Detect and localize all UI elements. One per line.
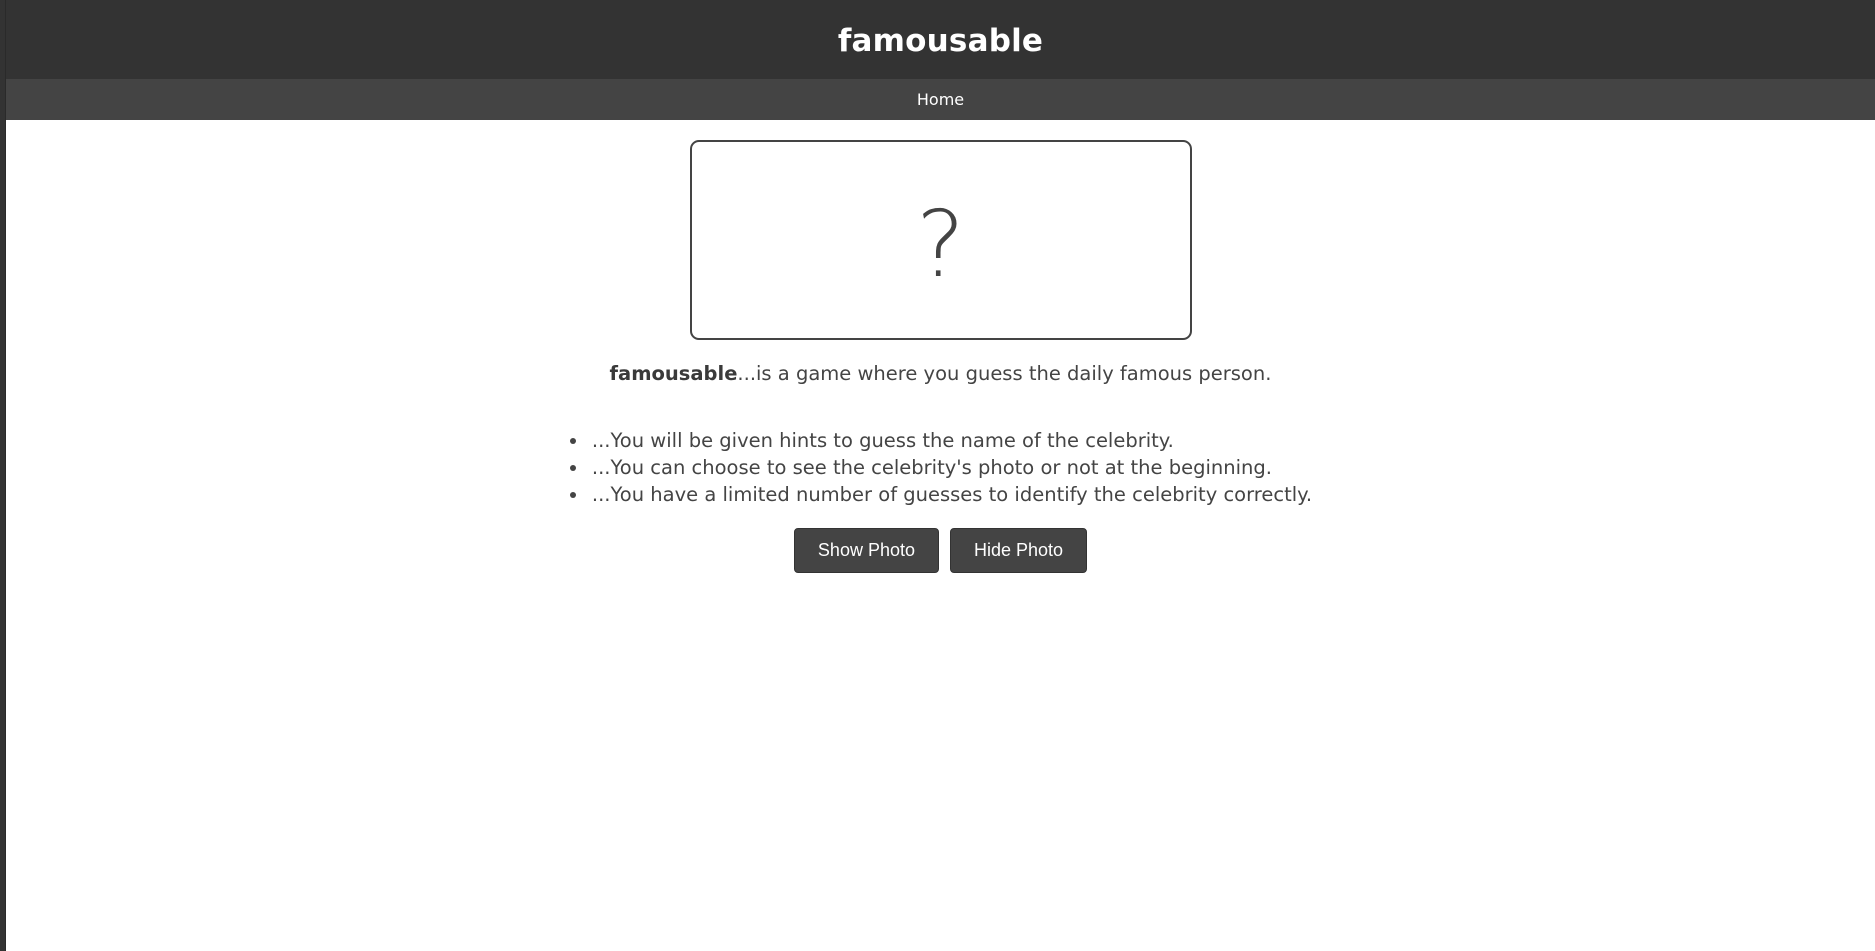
intro-text: famousable...is a game where you guess t… [610, 362, 1272, 385]
site-header: famousable [6, 0, 1875, 79]
app-frame: famousable Home ? famousable...is a game… [5, 0, 1875, 951]
question-mark-icon: ? [916, 191, 965, 298]
list-item: ...You have a limited number of guesses … [589, 481, 1312, 508]
intro-description: ...is a game where you guess the daily f… [737, 362, 1272, 385]
nav-bar: Home [6, 79, 1875, 120]
photo-choice-buttons: Show Photo Hide Photo [793, 527, 1088, 573]
intro-brand: famousable [609, 362, 738, 385]
site-title: famousable [837, 22, 1044, 59]
list-item: ...You can choose to see the celebrity's… [589, 454, 1312, 481]
celebrity-photo-placeholder: ? [689, 140, 1192, 340]
hide-photo-button[interactable]: Hide Photo [950, 527, 1088, 573]
list-item: ...You will be given hints to guess the … [589, 427, 1312, 454]
show-photo-button[interactable]: Show Photo [793, 527, 939, 573]
main-content: ? famousable...is a game where you guess… [6, 120, 1875, 573]
rules-list: ...You will be given hints to guess the … [563, 427, 1312, 508]
nav-home-link[interactable]: Home [917, 90, 964, 109]
